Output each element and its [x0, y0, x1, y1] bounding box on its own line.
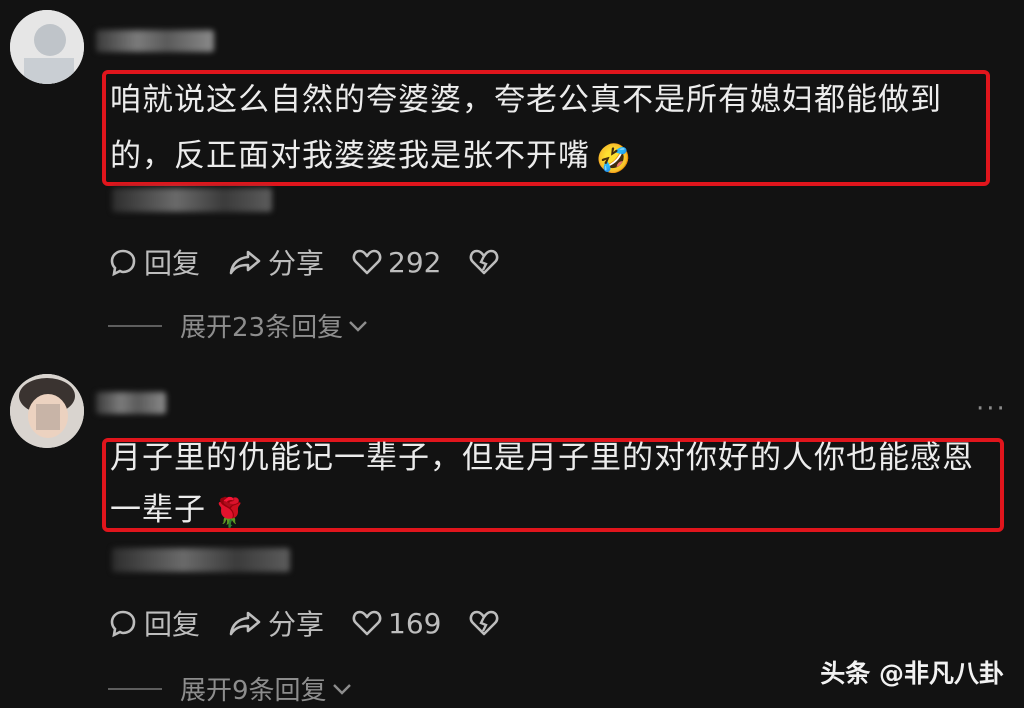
more-options-icon[interactable]: ···	[976, 394, 1007, 424]
watermark: 头条 @非凡八卦	[820, 659, 1004, 688]
divider-line	[108, 324, 162, 327]
reply-bubble-icon	[110, 249, 136, 277]
reply-bubble-icon	[110, 610, 136, 638]
reply-button[interactable]: 回复	[108, 603, 200, 643]
heart-icon	[352, 610, 382, 636]
timestamp-blurred	[112, 548, 290, 572]
divider-line	[108, 687, 162, 690]
chevron-down-icon	[332, 683, 351, 695]
avatar-image	[10, 374, 84, 448]
heart-icon	[352, 249, 382, 275]
dislike-button[interactable]	[469, 248, 505, 276]
like-count: 169	[388, 606, 442, 640]
dislike-button[interactable]	[469, 609, 505, 637]
broken-heart-icon	[470, 249, 499, 275]
comment-text: 咱就说这么自然的夸婆婆，夸老公真不是所有媳妇都能做到 的，反正面对我婆婆我是张不…	[110, 72, 942, 187]
reply-label: 回复	[144, 247, 201, 280]
comment-text: 月子里的仇能记一辈子，但是月子里的对你好的人你也能感恩 一辈子 🌹	[110, 432, 974, 539]
share-label: 分享	[268, 247, 325, 280]
like-count: 292	[388, 245, 442, 279]
broken-heart-icon	[470, 610, 499, 636]
username-blurred	[96, 30, 214, 52]
expand-replies-label: 展开9条回复	[180, 676, 327, 706]
comment-text-line: 月子里的仇能记一辈子，但是月子里的对你好的人你也能感恩	[110, 440, 974, 476]
timestamp-blurred	[112, 188, 272, 212]
expand-replies-label: 展开23条回复	[180, 313, 344, 343]
rose-emoji-icon: 🌹	[212, 496, 248, 529]
laughing-emoji-icon: 🤣	[596, 142, 632, 175]
reply-button[interactable]: 回复	[108, 242, 200, 282]
username-blurred	[96, 392, 166, 414]
reply-label: 回复	[144, 608, 201, 641]
like-button[interactable]: 169	[352, 607, 441, 640]
chevron-down-icon	[349, 320, 367, 332]
share-button[interactable]: 分享	[228, 603, 324, 643]
comment-text-line: 咱就说这么自然的夸婆婆，夸老公真不是所有媳妇都能做到	[110, 82, 942, 118]
comment-text-line: 的，反正面对我婆婆我是张不开嘴	[110, 138, 590, 174]
share-label: 分享	[268, 608, 325, 641]
avatar-image	[10, 10, 84, 84]
avatar[interactable]	[10, 374, 84, 448]
comment-actions: 回复 分享 169	[108, 603, 533, 643]
expand-replies-button[interactable]: 展开23条回复	[108, 307, 369, 344]
share-arrow-icon	[229, 611, 261, 636]
comment-text-line: 一辈子	[110, 492, 206, 528]
share-button[interactable]: 分享	[228, 242, 324, 282]
comment-actions: 回复 分享 292	[108, 242, 533, 282]
share-arrow-icon	[229, 250, 261, 275]
expand-replies-button[interactable]: 展开9条回复	[108, 670, 353, 707]
like-button[interactable]: 292	[352, 246, 441, 279]
avatar[interactable]	[10, 10, 84, 84]
